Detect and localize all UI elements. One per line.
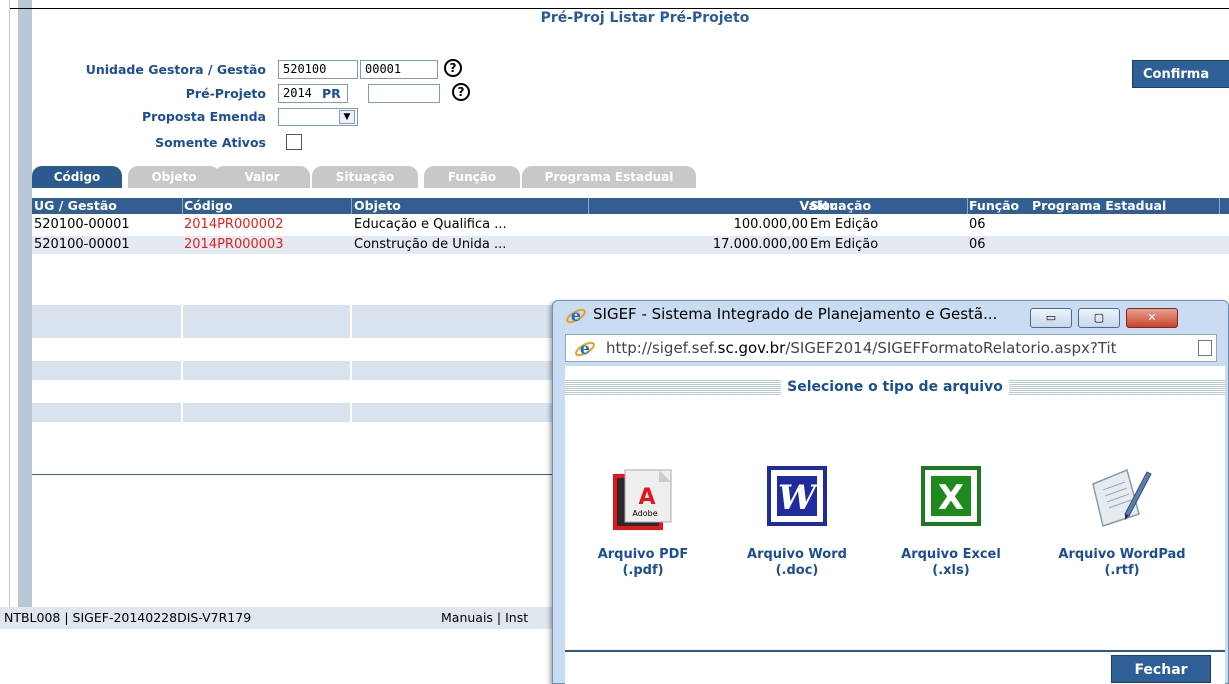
- help-icon[interactable]: ?: [452, 83, 470, 101]
- ie-icon: e: [566, 306, 586, 325]
- table-row[interactable]: 520100-00001 2014PR000002 Educação e Qua…: [32, 216, 1229, 234]
- cell-situacao: Em Edição: [810, 237, 879, 252]
- cell-funcao: 06: [969, 237, 986, 252]
- svg-text:A: A: [638, 485, 655, 510]
- column-objeto[interactable]: Objeto: [354, 198, 401, 214]
- svg-text:X: X: [938, 478, 964, 518]
- column-codigo[interactable]: Código: [184, 198, 233, 214]
- pdf-label[interactable]: Arquivo PDF (.pdf): [593, 547, 693, 579]
- cell-situacao: Em Edição: [810, 217, 879, 232]
- preprojeto-number-input[interactable]: [368, 84, 440, 103]
- cell-codigo[interactable]: 2014PR000003: [184, 236, 284, 254]
- pr-prefix-label: PR: [322, 86, 341, 101]
- footer-links[interactable]: Manuais | Inst: [441, 607, 528, 629]
- somente-ativos-label: Somente Ativos: [155, 135, 266, 150]
- column-funcao[interactable]: Função: [969, 198, 1019, 214]
- somente-ativos-checkbox[interactable]: [286, 134, 302, 150]
- column-situacao[interactable]: Situação: [810, 198, 871, 214]
- cell-ug: 520100-00001: [34, 237, 130, 252]
- wordpad-icon[interactable]: [1085, 462, 1155, 532]
- popup-divider: [565, 650, 1225, 652]
- page-icon: [1198, 340, 1212, 356]
- help-icon[interactable]: ?: [444, 59, 462, 77]
- proposta-emenda-label: Proposta Emenda: [142, 109, 266, 124]
- tab-objeto[interactable]: Objeto: [128, 166, 220, 188]
- address-bar[interactable]: e http://sigef.sef.sc.gov.br/SIGEF2014/S…: [565, 334, 1217, 362]
- popup-content: Selecione o tipo de arquivo A Adobe Arqu…: [565, 366, 1225, 684]
- minimize-button[interactable]: ▭: [1030, 308, 1072, 328]
- word-icon[interactable]: W: [767, 466, 827, 526]
- tab-funcao[interactable]: Função: [424, 166, 520, 188]
- word-label[interactable]: Arquivo Word (.doc): [737, 547, 857, 579]
- unidade-gestora-label: Unidade Gestora / Gestão: [85, 62, 266, 77]
- excel-icon[interactable]: X: [921, 466, 981, 526]
- tab-valor[interactable]: Valor: [214, 166, 310, 188]
- popup-window: e SIGEF - Sistema Integrado de Planejame…: [552, 300, 1229, 684]
- cell-ug: 520100-00001: [34, 217, 130, 232]
- close-button[interactable]: ✕: [1126, 308, 1178, 328]
- table-row[interactable]: 520100-00001 2014PR000003 Construção de …: [32, 236, 1229, 254]
- maximize-button[interactable]: ▢: [1078, 308, 1120, 328]
- left-rail: [0, 0, 10, 684]
- left-side-bar: [18, 0, 32, 607]
- popup-title: SIGEF - Sistema Integrado de Planejament…: [593, 305, 998, 323]
- tab-programa-estadual[interactable]: Programa Estadual: [522, 166, 696, 188]
- select-type-header: Selecione o tipo de arquivo: [565, 376, 1225, 398]
- chevron-down-icon[interactable]: ▼: [339, 110, 355, 124]
- svg-text:W: W: [778, 478, 819, 518]
- preprojeto-label: Pré-Projeto: [185, 86, 266, 101]
- proposta-emenda-select[interactable]: ▼: [278, 108, 358, 126]
- unidade-gestora-input[interactable]: 520100: [278, 60, 358, 79]
- column-programa-estadual[interactable]: Programa Estadual: [1032, 198, 1166, 214]
- tab-codigo[interactable]: Código: [32, 166, 122, 188]
- select-type-label: Selecione o tipo de arquivo: [781, 379, 1009, 395]
- popup-titlebar[interactable]: e SIGEF - Sistema Integrado de Planejame…: [553, 301, 1228, 328]
- footer-version: NTBL008 | SIGEF-20140228DIS-V7R179: [4, 610, 252, 625]
- wordpad-label[interactable]: Arquivo WordPad (.rtf): [1047, 547, 1197, 579]
- cell-objeto: Construção de Unida ...: [354, 237, 507, 252]
- svg-text:e: e: [580, 339, 590, 358]
- pdf-icon[interactable]: A Adobe: [611, 466, 677, 532]
- tab-situacao[interactable]: Situação: [312, 166, 418, 188]
- cell-objeto: Educação e Qualifica ...: [354, 217, 507, 232]
- fechar-button[interactable]: Fechar: [1111, 655, 1211, 683]
- cell-codigo[interactable]: 2014PR000002: [184, 216, 284, 234]
- column-ug-gestao[interactable]: UG / Gestão: [34, 198, 117, 214]
- cell-funcao: 06: [969, 217, 986, 232]
- ie-icon: e: [575, 339, 595, 358]
- adobe-text: Adobe: [632, 509, 657, 518]
- confirm-button[interactable]: Confirma: [1132, 60, 1229, 88]
- cell-valor: 17.000.000,00: [712, 237, 808, 252]
- excel-label[interactable]: Arquivo Excel (.xls): [891, 547, 1011, 579]
- cell-valor: 100.000,00: [733, 217, 808, 232]
- page-title: Pré-Proj Listar Pré-Projeto: [540, 10, 750, 26]
- gestao-input[interactable]: 00001: [360, 60, 438, 79]
- grid-header: UG / Gestão Código Objeto Valor Situação…: [32, 198, 1229, 214]
- address-url: http://sigef.sef.sc.gov.br/SIGEF2014/SIG…: [606, 339, 1117, 357]
- svg-text:e: e: [571, 306, 581, 325]
